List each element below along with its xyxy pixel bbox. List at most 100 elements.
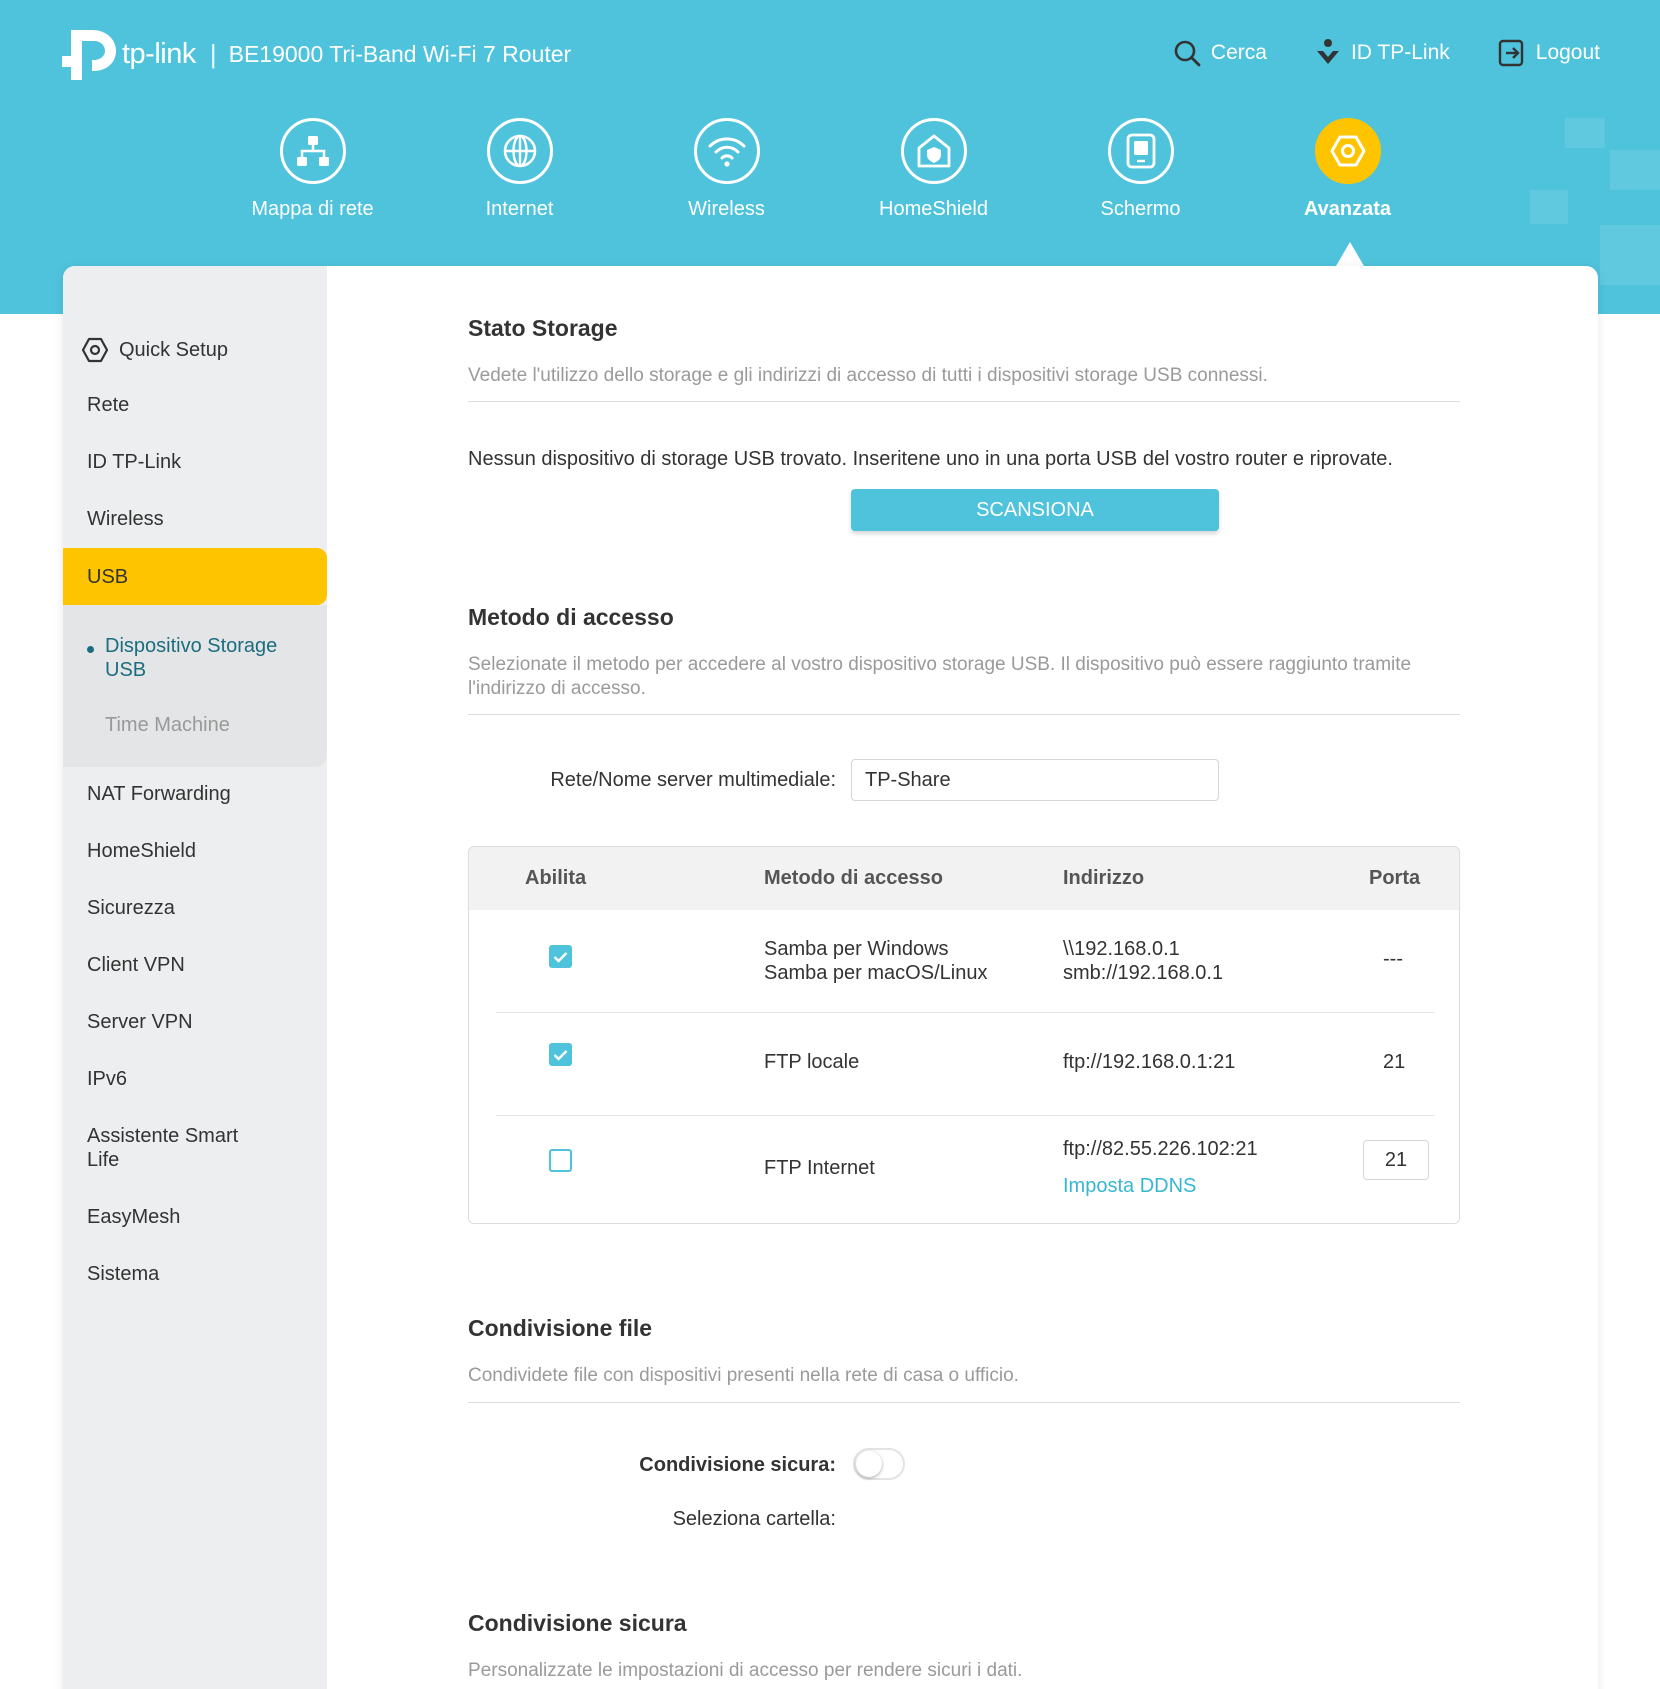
col-address: Indirizzo — [1063, 867, 1145, 889]
nav-advanced[interactable]: Avanzata — [1244, 118, 1451, 221]
logout-link[interactable]: Logout — [1498, 38, 1600, 68]
decor-block — [1600, 225, 1660, 285]
sidebar: Quick Setup Rete ID TP-Link Wireless USB… — [63, 266, 327, 1689]
decor-block — [1565, 118, 1605, 148]
main-card: Quick Setup Rete ID TP-Link Wireless USB… — [63, 266, 1598, 1689]
sidebar-item-vpn-server[interactable]: Server VPN — [63, 1010, 327, 1034]
divider — [468, 1402, 1460, 1403]
sidebar-item-quick-setup[interactable]: Quick Setup — [63, 336, 327, 364]
no-storage-message: Nessun dispositivo di storage USB trovat… — [468, 448, 1393, 470]
tplink-id-label: ID TP-Link — [1350, 41, 1450, 64]
sidebar-item-vpn-client[interactable]: Client VPN — [63, 953, 327, 977]
logout-label: Logout — [1535, 41, 1600, 64]
nav-label: Internet — [485, 198, 554, 220]
sidebar-item-system[interactable]: Sistema — [63, 1262, 327, 1286]
header-separator: | — [209, 38, 217, 69]
scan-button[interactable]: SCANSIONA — [851, 489, 1219, 531]
file-sharing-desc: Condividete file con dispositivi present… — [468, 1365, 1019, 1386]
set-ddns-link[interactable]: Imposta DDNS — [1063, 1174, 1196, 1198]
address-cell: ftp://192.168.0.1:21 — [1063, 1051, 1236, 1073]
network-map-icon — [279, 118, 346, 184]
wifi-icon — [693, 118, 760, 184]
method-cell: FTP Internet — [764, 1157, 875, 1179]
enable-checkbox-ftp-internet[interactable] — [549, 1149, 572, 1172]
screen-icon — [1107, 118, 1174, 184]
active-nav-pointer — [1336, 242, 1364, 266]
secure-sharing-desc: Personalizzate le impostazioni di access… — [468, 1660, 1023, 1681]
storage-status-title: Stato Storage — [468, 315, 618, 341]
nav-wireless[interactable]: Wireless — [623, 118, 830, 221]
nav-label: Schermo — [1100, 198, 1181, 220]
tp-link-logo: tp-link | BE19000 Tri-Band Wi-Fi 7 Route… — [62, 24, 571, 84]
sidebar-subitem-usb-storage[interactable]: Dispositivo Storage USB — [105, 634, 305, 682]
divider — [468, 714, 1460, 715]
tplink-id-icon — [1316, 39, 1339, 64]
sidebar-subitem-time-machine[interactable]: Time Machine — [105, 713, 230, 737]
sidebar-item-smart-life[interactable]: Assistente Smart Life — [63, 1124, 263, 1172]
nav-internet[interactable]: Internet — [416, 118, 623, 221]
nav-label: Avanzata — [1303, 198, 1392, 220]
col-enable: Abilita — [525, 867, 587, 889]
brand-name: tp-link — [122, 37, 196, 70]
secure-sharing-toggle[interactable] — [853, 1448, 905, 1480]
secure-sharing-title: Condivisione sicura — [468, 1610, 687, 1636]
toggle-knob — [856, 1451, 882, 1477]
top-links: Cerca ID TP-Link Logout — [1125, 38, 1600, 68]
ftp-internet-port-input[interactable] — [1363, 1140, 1429, 1180]
sidebar-item-wireless[interactable]: Wireless — [63, 507, 327, 531]
nav-label: HomeShield — [879, 198, 988, 220]
check-icon — [553, 1049, 568, 1061]
access-method-desc: Selezionate il metodo per accedere al vo… — [468, 654, 1412, 699]
server-name-input[interactable] — [851, 759, 1219, 801]
sidebar-item-network[interactable]: Rete — [63, 393, 327, 417]
select-folder-label: Seleziona cartella: — [672, 1508, 836, 1530]
sidebar-item-nat-forwarding[interactable]: NAT Forwarding — [63, 782, 327, 806]
sidebar-item-tplink-id[interactable]: ID TP-Link — [63, 450, 327, 474]
address-cell: smb://192.168.0.1 — [1063, 962, 1224, 984]
sidebar-item-homeshield[interactable]: HomeShield — [63, 839, 327, 863]
main-nav: Mappa di rete Internet Wireless HomeShie… — [209, 118, 1451, 221]
enable-checkbox-samba[interactable] — [549, 945, 572, 968]
check-icon — [553, 951, 568, 963]
tp-link-logo-icon — [62, 30, 116, 80]
col-method: Metodo di accesso — [764, 867, 943, 889]
sidebar-item-usb[interactable]: USB — [63, 548, 327, 605]
nav-label: Wireless — [688, 198, 765, 220]
access-method-title: Metodo di accesso — [468, 604, 674, 630]
active-bullet — [87, 646, 94, 653]
enable-checkbox-ftp-local[interactable] — [549, 1043, 572, 1066]
row-divider — [496, 1012, 1434, 1013]
search-link[interactable]: Cerca — [1173, 38, 1267, 68]
tplink-id-link[interactable]: ID TP-Link — [1315, 38, 1450, 68]
decor-block — [1610, 150, 1660, 190]
port-cell: 21 — [1383, 1051, 1406, 1073]
file-sharing-title: Condivisione file — [468, 1315, 653, 1341]
port-cell: --- — [1383, 948, 1403, 970]
search-link-label: Cerca — [1210, 41, 1267, 64]
globe-icon — [486, 118, 553, 184]
sidebar-item-easymesh[interactable]: EasyMesh — [63, 1205, 327, 1229]
sidebar-item-ipv6[interactable]: IPv6 — [63, 1067, 327, 1091]
row-divider — [496, 1115, 1434, 1116]
nav-homeshield[interactable]: HomeShield — [830, 118, 1037, 221]
usb-submenu — [63, 605, 327, 767]
sidebar-item-security[interactable]: Sicurezza — [63, 896, 327, 920]
secure-sharing-label: Condivisione sicura: — [639, 1454, 836, 1476]
method-cell: FTP locale — [764, 1051, 860, 1073]
nav-screen[interactable]: Schermo — [1037, 118, 1244, 221]
gear-icon — [1314, 118, 1381, 184]
address-cell: ftp://82.55.226.102:21 — [1063, 1138, 1258, 1160]
divider — [468, 401, 1460, 402]
decor-block — [1530, 190, 1568, 224]
storage-status-desc: Vedete l'utilizzo dello storage e gli in… — [468, 365, 1268, 386]
col-port: Porta — [1369, 867, 1421, 889]
gear-icon — [81, 337, 109, 363]
sidebar-item-label: Quick Setup — [119, 339, 228, 361]
home-shield-icon — [900, 118, 967, 184]
server-name-label: Rete/Nome server multimediale: — [550, 769, 836, 791]
search-icon — [1174, 40, 1201, 67]
logout-icon — [1498, 39, 1523, 67]
router-model: BE19000 Tri-Band Wi-Fi 7 Router — [228, 40, 572, 67]
table-header: Abilita Metodo di accesso Indirizzo Port… — [469, 847, 1459, 910]
nav-network-map[interactable]: Mappa di rete — [209, 118, 416, 221]
